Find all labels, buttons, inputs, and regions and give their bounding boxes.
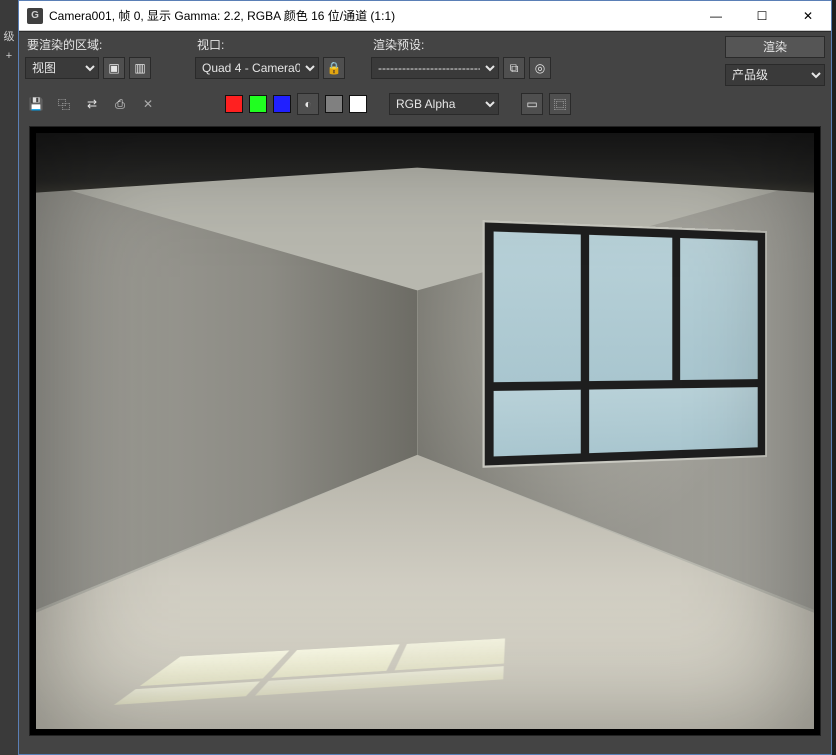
preset-select[interactable]: --------------------------: [371, 57, 499, 79]
toolbar-row-1: 要渲染的区域: 视图 ▣ ▥ 视口: Quad 4 - Camera0 🔒: [19, 32, 831, 88]
window-pane: [680, 238, 758, 380]
channel-green-button[interactable]: [249, 95, 267, 113]
region-tool-b-button[interactable]: ▥: [129, 57, 151, 79]
channel-mono-button[interactable]: [325, 95, 343, 113]
alpha-icon: ◐: [304, 97, 311, 111]
toggle-overlay-b-button[interactable]: ⿴: [549, 93, 571, 115]
render-button[interactable]: 渲染: [725, 36, 825, 58]
group-viewport: 视口: Quad 4 - Camera0 🔒: [195, 36, 361, 86]
save-image-button[interactable]: 💾: [25, 93, 47, 115]
outer-app-left-strip: 级 +: [0, 0, 18, 755]
window-pane: [590, 235, 673, 381]
channel-red-button[interactable]: [225, 95, 243, 113]
print-image-button[interactable]: ⎙: [109, 93, 131, 115]
lock-viewport-button[interactable]: 🔒: [323, 57, 345, 79]
channel-alpha-button[interactable]: ◐: [297, 93, 319, 115]
viewport-label: 视口:: [195, 36, 361, 53]
channel-blue-button[interactable]: [273, 95, 291, 113]
close-icon: ✕: [803, 9, 813, 23]
group-area-to-render: 要渲染的区域: 视图 ▣ ▥: [25, 36, 185, 86]
toggle-overlay-a-button[interactable]: ▭: [521, 93, 543, 115]
minimize-button[interactable]: —: [693, 1, 739, 31]
viewport-select[interactable]: Quad 4 - Camera0: [195, 57, 319, 79]
delete-icon: ✕: [143, 97, 153, 111]
preset-a-icon: ⧉: [510, 61, 519, 76]
window-pane: [494, 390, 582, 457]
frame-b-icon: ⿴: [554, 96, 566, 113]
region-b-icon: ▥: [134, 61, 145, 75]
channel-select[interactable]: RGB Alpha: [389, 93, 499, 115]
clone-icon: ⇄: [87, 97, 97, 111]
lock-icon: 🔒: [327, 61, 342, 75]
channel-clear-button[interactable]: [349, 95, 367, 113]
render-frame-window: G Camera001, 帧 0, 显示 Gamma: 2.2, RGBA 颜色…: [18, 0, 832, 755]
window-pane: [494, 232, 582, 383]
copy-icon: ⿻: [58, 96, 70, 113]
clone-image-button[interactable]: ⇄: [81, 93, 103, 115]
leftstrip-char-b: +: [0, 50, 18, 62]
scene-window: [483, 220, 768, 468]
copy-image-button[interactable]: ⿻: [53, 93, 75, 115]
scene-ceiling: [36, 133, 814, 193]
preset-label: 渲染预设:: [371, 36, 571, 53]
viewport-area: [19, 122, 831, 754]
toolbar-row-2: 💾 ⿻ ⇄ ⎙ ✕ ◐ RGB Alpha ▭ ⿴: [19, 88, 831, 122]
group-render-preset: 渲染预设: -------------------------- ⧉ ◎: [371, 36, 571, 86]
area-select[interactable]: 视图: [25, 57, 99, 79]
group-render: 渲染 产品级: [713, 36, 825, 86]
light-patch: [394, 639, 504, 671]
preset-b-icon: ◎: [535, 61, 545, 75]
region-tool-a-button[interactable]: ▣: [103, 57, 125, 79]
window-pane: [590, 388, 758, 454]
clear-image-button[interactable]: ✕: [137, 93, 159, 115]
window-title: Camera001, 帧 0, 显示 Gamma: 2.2, RGBA 颜色 1…: [49, 7, 693, 24]
titlebar[interactable]: G Camera001, 帧 0, 显示 Gamma: 2.2, RGBA 颜色…: [19, 1, 831, 31]
frame-a-icon: ▭: [526, 97, 537, 111]
preset-action-b-button[interactable]: ◎: [529, 57, 551, 79]
close-button[interactable]: ✕: [785, 1, 831, 31]
preset-action-a-button[interactable]: ⧉: [503, 57, 525, 79]
maximize-icon: ☐: [757, 9, 768, 23]
print-icon: ⎙: [115, 97, 125, 112]
leftstrip-char-a: 级: [0, 28, 18, 44]
area-label: 要渲染的区域:: [25, 36, 185, 53]
save-icon: 💾: [29, 97, 44, 111]
rendered-image: [36, 133, 814, 729]
maximize-button[interactable]: ☐: [739, 1, 785, 31]
quality-select[interactable]: 产品级: [725, 64, 825, 86]
app-icon: G: [27, 8, 43, 24]
toolbar: 要渲染的区域: 视图 ▣ ▥ 视口: Quad 4 - Camera0 🔒: [19, 31, 831, 122]
minimize-icon: —: [710, 9, 722, 23]
region-a-icon: ▣: [108, 61, 119, 75]
render-viewport[interactable]: [29, 126, 821, 736]
